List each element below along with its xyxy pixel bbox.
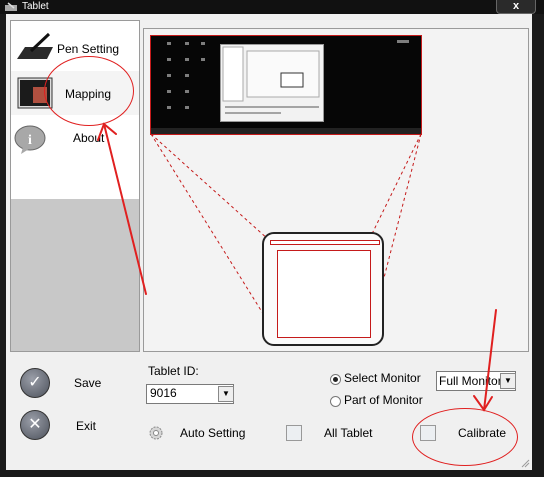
chevron-down-icon[interactable]: ▼ xyxy=(500,373,516,389)
part-of-monitor-label[interactable]: Part of Monitor xyxy=(344,393,423,407)
sidebar-empty-area xyxy=(11,199,139,351)
select-monitor-radio[interactable] xyxy=(330,374,341,385)
info-bubble-icon: i xyxy=(14,125,46,154)
resize-grip-icon[interactable] xyxy=(520,458,530,468)
close-button[interactable]: x xyxy=(496,0,536,14)
window-frame-right xyxy=(532,14,544,477)
monitor-mode-value: Full Monitor xyxy=(439,374,502,388)
sidebar-item-label: About xyxy=(73,131,105,145)
all-tablet-label[interactable]: All Tablet xyxy=(324,426,372,440)
annotation-circle-mapping xyxy=(44,56,134,126)
part-of-monitor-radio[interactable] xyxy=(330,396,341,407)
save-label[interactable]: Save xyxy=(74,376,101,390)
svg-text:i: i xyxy=(28,133,32,148)
checkmark-icon: ✓ xyxy=(28,374,42,391)
pen-tablet-icon xyxy=(17,32,53,59)
tablet-list-icon[interactable] xyxy=(286,425,302,441)
save-button[interactable]: ✓ xyxy=(20,368,50,398)
exit-button[interactable]: ✕ xyxy=(20,410,50,440)
window-title: Tablet xyxy=(22,1,49,12)
sidebar-item-about[interactable]: i About xyxy=(11,119,139,163)
sidebar-item-label: Pen Setting xyxy=(57,42,120,56)
tablet-top-strip xyxy=(270,240,380,245)
auto-setting-label[interactable]: Auto Setting xyxy=(180,426,245,440)
annotation-circle-calibrate xyxy=(412,408,518,466)
gear-icon[interactable] xyxy=(148,425,164,441)
tablet-id-value: 9016 xyxy=(150,386,177,400)
exit-label[interactable]: Exit xyxy=(76,419,96,433)
tablet-active-area xyxy=(277,250,371,338)
window-frame-bottom xyxy=(0,470,544,477)
tablet-app-icon xyxy=(5,2,17,11)
close-icon: ✕ xyxy=(28,416,42,433)
select-monitor-label[interactable]: Select Monitor xyxy=(344,371,421,385)
tablet-id-label: Tablet ID: xyxy=(148,364,199,378)
chevron-down-icon[interactable]: ▼ xyxy=(218,386,234,402)
title-bar xyxy=(0,0,544,14)
